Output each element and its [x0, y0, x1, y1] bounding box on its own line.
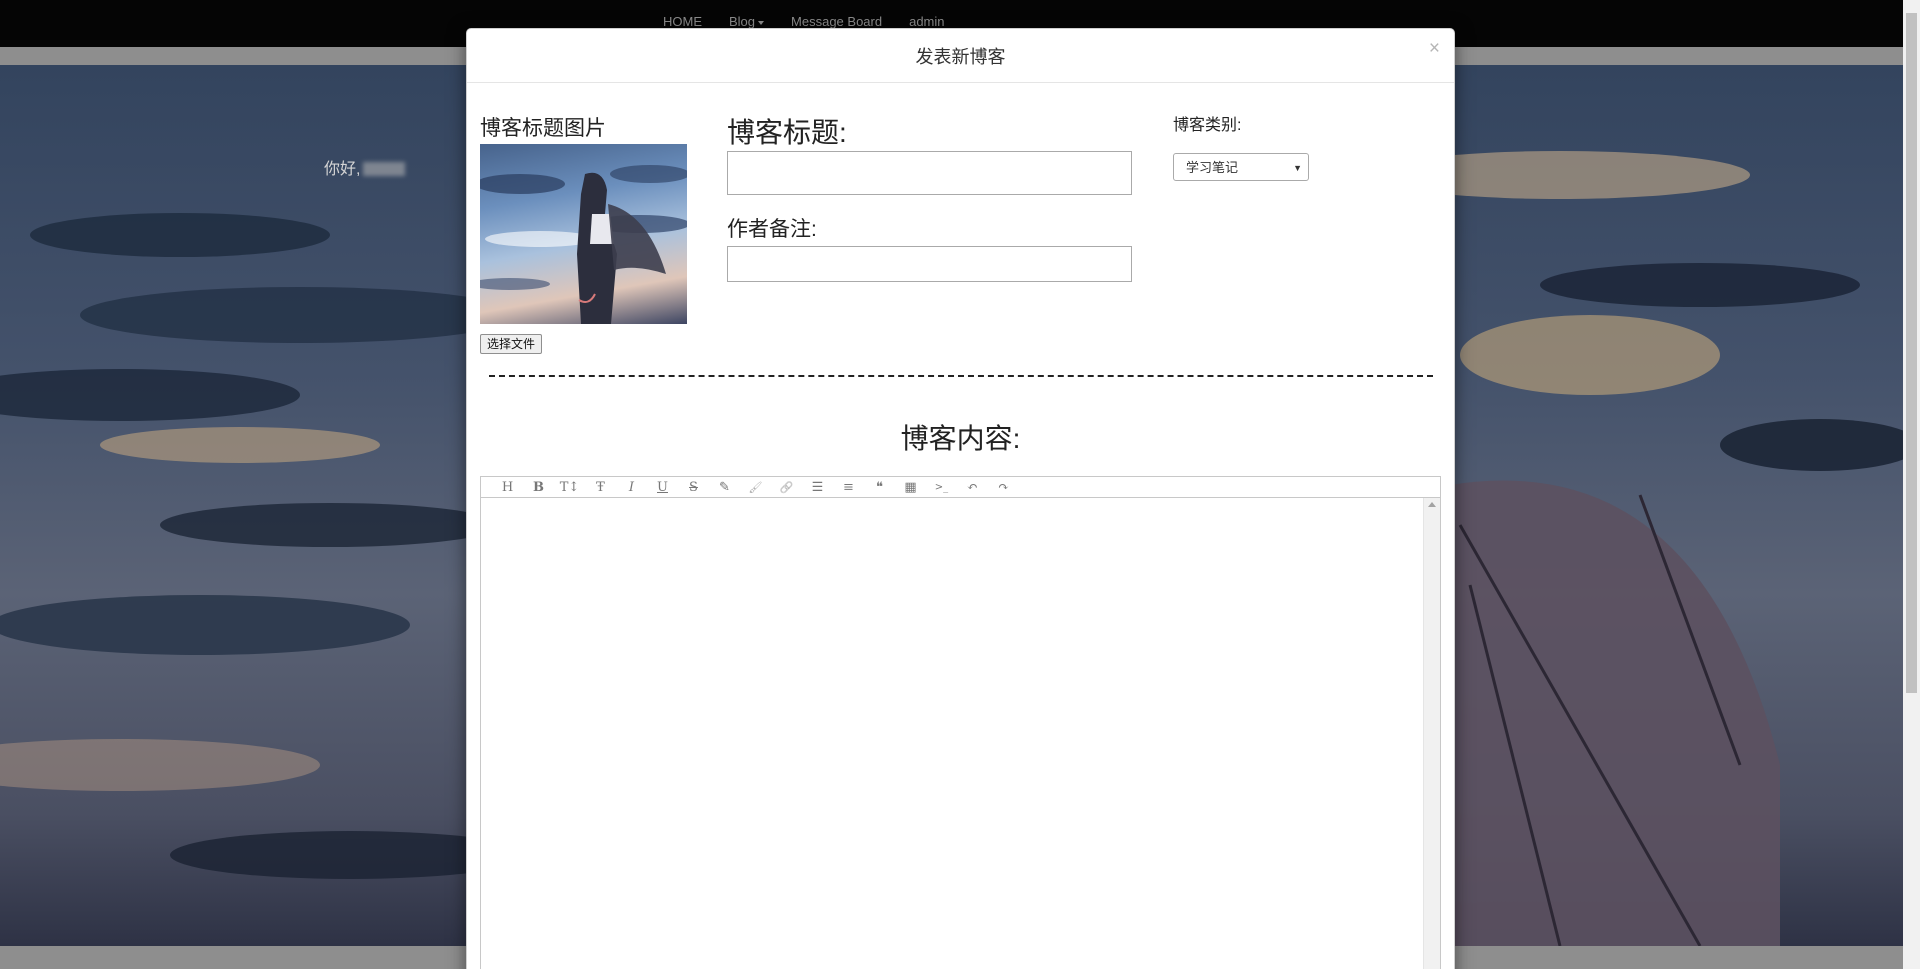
modal-title: 发表新博客 [915, 47, 1006, 67]
align-icon[interactable]: ≡ [833, 477, 864, 497]
cover-image-label: 博客标题图片 [480, 117, 606, 140]
greeting-text: 你好, [324, 155, 406, 179]
blog-category-select[interactable]: 学习笔记 ▼ [1173, 153, 1309, 181]
editor-toolbar: H B T↕ Ŧ I U S ✎ 🖌 🔗 ☰ ≡ ❝ ▦ >_ ↶ ↷ [481, 477, 1440, 498]
editor-scrollbar[interactable] [1423, 498, 1440, 969]
pen-icon[interactable]: ✎ [709, 477, 740, 497]
rich-text-editor: H B T↕ Ŧ I U S ✎ 🖌 🔗 ☰ ≡ ❝ ▦ >_ ↶ ↷ [480, 476, 1441, 969]
page-scrollbar[interactable] [1903, 0, 1920, 969]
dropdown-arrow-icon: ▼ [1293, 163, 1302, 173]
nav-blog-label: Blog [729, 14, 756, 29]
table-icon[interactable]: ▦ [895, 477, 926, 497]
font-size-icon[interactable]: T↕ [554, 477, 585, 497]
choose-file-button[interactable]: 选择文件 [480, 334, 543, 354]
undo-icon[interactable]: ↶ [957, 477, 988, 497]
modal-header: 发表新博客 × [467, 29, 1454, 83]
close-icon[interactable]: × [1429, 39, 1440, 58]
heading-icon[interactable]: H [492, 477, 523, 497]
nav-links: HOME Blog Message Board admin [663, 14, 972, 29]
quote-icon[interactable]: ❝ [864, 477, 895, 497]
editor-content-area[interactable] [481, 498, 1423, 969]
nav-admin-link[interactable]: admin [909, 14, 944, 29]
bold-icon[interactable]: B [523, 477, 554, 497]
blog-title-input[interactable] [727, 151, 1132, 195]
nav-message-board-link[interactable]: Message Board [791, 14, 882, 29]
blog-content-label: 博客内容: [900, 423, 1021, 454]
blog-category-value: 学习笔记 [1186, 160, 1239, 175]
brush-icon[interactable]: 🖌 [740, 477, 771, 497]
scroll-up-arrow-icon[interactable] [1428, 502, 1436, 507]
redacted-username [363, 162, 406, 176]
bullet-list-icon[interactable]: ☰ [802, 477, 833, 497]
author-note-input[interactable] [727, 246, 1132, 282]
cover-image-preview [480, 144, 687, 324]
underline-icon[interactable]: U [647, 477, 678, 497]
nav-blog-dropdown[interactable]: Blog [729, 14, 765, 29]
new-blog-modal: 发表新博客 × 博客标题图片 选择文件 博客标题: 作者备注: 博客类别: 学习… [466, 28, 1455, 969]
italic-icon[interactable]: I [616, 477, 647, 497]
nav-home-link[interactable]: HOME [663, 14, 702, 29]
caret-down-icon [758, 20, 765, 25]
redo-icon[interactable]: ↷ [988, 477, 1019, 497]
code-icon[interactable]: >_ [926, 477, 957, 497]
link-icon[interactable]: 🔗 [771, 477, 802, 497]
strikethrough-icon[interactable]: S [678, 477, 709, 497]
blog-category-label: 博客类别: [1173, 117, 1242, 134]
section-divider [489, 375, 1433, 377]
font-family-icon[interactable]: Ŧ [585, 477, 616, 497]
page-scroll-thumb[interactable] [1906, 13, 1917, 693]
blog-title-label: 博客标题: [727, 117, 847, 148]
cover-illustration [480, 165, 687, 324]
author-note-label: 作者备注: [727, 218, 817, 241]
